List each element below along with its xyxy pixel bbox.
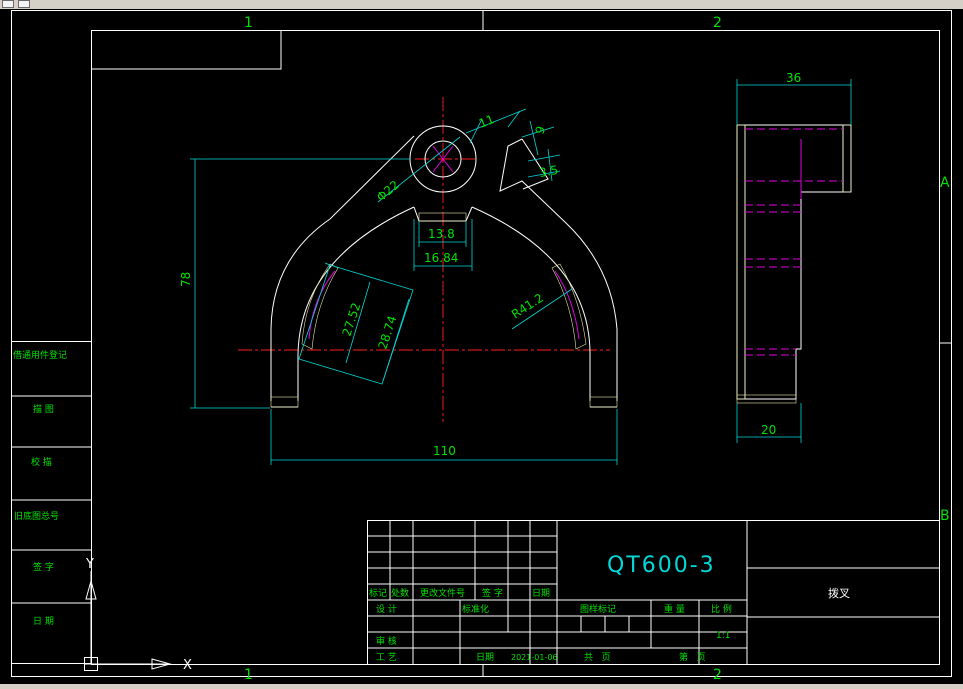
tb-r-standard: 标准化 bbox=[462, 603, 489, 615]
zone-label-2-bottom: 2 bbox=[713, 667, 722, 683]
tb-r-review: 审 核 bbox=[376, 635, 397, 647]
dim-13-8: 13.8 bbox=[428, 227, 455, 241]
zone-label-1-bottom: 1 bbox=[244, 667, 253, 683]
tb-sheet-no: 第 页 bbox=[679, 651, 706, 663]
window-bottom-strip bbox=[0, 684, 963, 689]
dim-11: 11 bbox=[477, 112, 496, 131]
inner-frame bbox=[91, 30, 940, 665]
tb-r-design: 设 计 bbox=[376, 603, 397, 615]
dim-36: 36 bbox=[786, 71, 801, 85]
left-panel-row1: 借通用件登记 bbox=[13, 349, 67, 361]
tb-r-date-value: 2021-01-06 bbox=[511, 653, 558, 662]
tb-h-scale: 比 例 bbox=[711, 603, 732, 615]
tb-sheets-total: 共 页 bbox=[584, 652, 611, 663]
zone-label-2-top: 2 bbox=[713, 15, 722, 31]
document-icon[interactable] bbox=[2, 0, 14, 8]
zone-label-a: A bbox=[940, 175, 950, 191]
dim-3-5: 3.5 bbox=[538, 163, 559, 180]
tb-scale-value: 1:1 bbox=[716, 631, 730, 641]
tb-h-stage: 图样标记 bbox=[580, 603, 616, 615]
tb-r-process: 工 艺 bbox=[376, 652, 397, 663]
tb-part-name: 拨叉 bbox=[828, 586, 850, 600]
outer-frame bbox=[11, 10, 952, 677]
zone-label-1-top: 1 bbox=[244, 15, 253, 31]
ucs-y-label: Y bbox=[85, 557, 94, 572]
tb-h-sign: 签 字 bbox=[482, 587, 503, 599]
left-panel-row5: 签 字 bbox=[33, 561, 54, 573]
front-view-dimensions: 78 110 13.8 16.84 27.52 28.74 R41.2 Φ22 … bbox=[179, 108, 618, 465]
left-panel-row6: 日 期 bbox=[33, 616, 54, 627]
dim-110: 110 bbox=[433, 444, 456, 458]
tb-h-mark: 标记 bbox=[369, 587, 387, 599]
dim-9: 9 bbox=[533, 124, 549, 136]
tb-h-docno: 更改文件号 bbox=[420, 587, 465, 599]
title-block: 标记 处数 更改文件号 签 字 日期 设 计 标准化 审 核 工 艺 日期 20… bbox=[367, 520, 940, 665]
tb-material: QT600-3 bbox=[607, 553, 716, 578]
ucs-x-label: X bbox=[183, 658, 192, 673]
dim-27-52: 27.52 bbox=[340, 301, 364, 338]
zone-label-b: B bbox=[940, 508, 950, 524]
dim-16-84: 16.84 bbox=[424, 251, 458, 265]
tb-h-count: 处数 bbox=[391, 587, 409, 599]
left-panel-row4: 旧底图总号 bbox=[14, 510, 59, 522]
tb-r-date-label: 日期 bbox=[476, 652, 494, 663]
tb-h-weight: 重 量 bbox=[664, 603, 685, 615]
fork-right-arm bbox=[499, 138, 618, 401]
dim-78: 78 bbox=[179, 272, 193, 287]
side-view-outline bbox=[736, 124, 852, 400]
tb-h-date: 日期 bbox=[532, 588, 550, 599]
left-panel-row2: 描 图 bbox=[33, 403, 54, 415]
side-view: 36 20 bbox=[736, 71, 852, 443]
window-top-strip bbox=[0, 0, 963, 9]
ucs-icon: Y X bbox=[84, 557, 192, 673]
left-side-panel: 借通用件登记 描 图 校 描 旧底图总号 签 字 日 期 bbox=[11, 341, 92, 664]
dim-28-74: 28.74 bbox=[376, 314, 400, 351]
left-panel-row3: 校 描 bbox=[31, 456, 52, 468]
drawing-canvas[interactable]: 1 2 1 2 A B 借通用件登记 描 图 校 描 旧底图总号 签 字 日 期 bbox=[0, 9, 963, 684]
dim-r41-2: R41.2 bbox=[509, 291, 546, 322]
top-left-code-box bbox=[91, 30, 282, 70]
dim-phi22: Φ22 bbox=[374, 178, 402, 205]
dim-20: 20 bbox=[761, 423, 776, 437]
window-icon[interactable] bbox=[18, 0, 30, 8]
zone-ticks bbox=[482, 10, 952, 677]
